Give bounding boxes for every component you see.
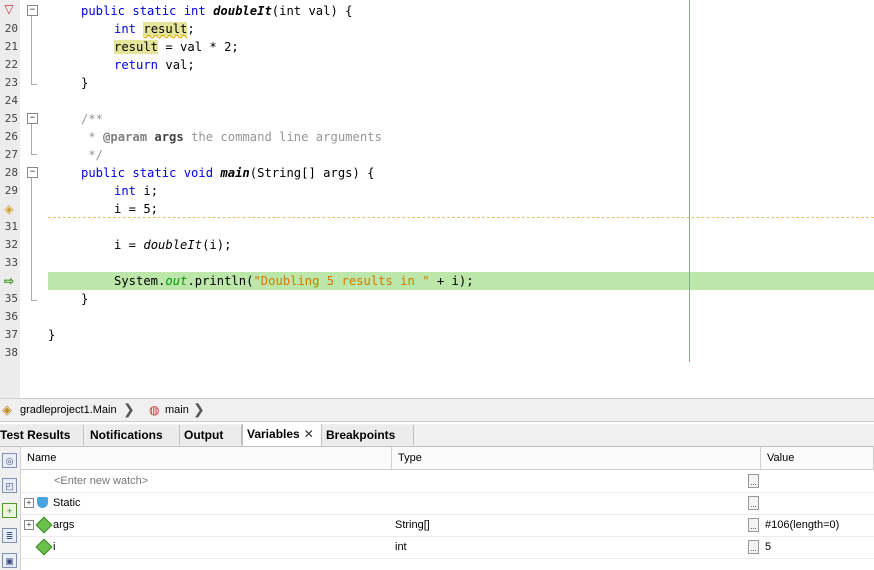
line-number: 23 xyxy=(4,76,18,89)
code-editor[interactable]: ▽ 20 21 22 23 24 25 26 27 28 29 ◈ 31 32 … xyxy=(0,0,874,398)
output-tabs: Test Results Notifications Output Variab… xyxy=(0,424,874,447)
code-line-35[interactable]: } xyxy=(81,290,88,308)
line-number: 31 xyxy=(4,220,18,233)
column-header-type[interactable]: Type xyxy=(392,447,761,470)
program-counter-arrow-icon: ⇨ xyxy=(3,274,15,288)
fold-guide-end xyxy=(31,154,37,155)
edit-value-button[interactable]: ... xyxy=(748,540,759,554)
watch-row[interactable]: <Enter new watch> ... xyxy=(21,470,874,493)
code-line-30[interactable]: i = 5; xyxy=(114,200,158,218)
variable-name: Static xyxy=(53,497,81,509)
code-line-32[interactable]: i = doubleIt(i); xyxy=(114,236,231,254)
settings-icon[interactable]: ≣ xyxy=(2,528,17,543)
fold-collapse-icon[interactable]: − xyxy=(27,113,38,124)
code-line-37[interactable]: } xyxy=(48,326,55,344)
line-number-gutter[interactable]: ▽ 20 21 22 23 24 25 26 27 28 29 ◈ 31 32 … xyxy=(0,0,21,398)
column-header-value[interactable]: Value xyxy=(761,447,874,470)
warning-dashed-line xyxy=(48,217,874,218)
line-number: 28 xyxy=(4,166,18,179)
tab-output[interactable]: Output xyxy=(180,425,242,445)
method-override-icon[interactable]: ▽ xyxy=(2,2,16,16)
fold-collapse-icon[interactable]: − xyxy=(27,5,38,16)
line-number: 26 xyxy=(4,130,18,143)
fold-strip xyxy=(20,0,44,398)
line-number: 27 xyxy=(4,148,18,161)
fold-guide xyxy=(31,16,32,84)
expand-icon[interactable]: + xyxy=(24,520,34,530)
tab-variables[interactable]: Variables ✕ xyxy=(242,424,322,446)
variable-value[interactable]: 5 xyxy=(765,536,771,558)
watch-placeholder[interactable]: <Enter new watch> xyxy=(54,470,148,492)
edit-value-button[interactable]: ... xyxy=(748,518,759,532)
variable-type: String[] xyxy=(395,519,430,531)
right-margin-line xyxy=(689,0,690,362)
variable-name: i xyxy=(53,541,56,553)
chevron-right-icon: ❯ xyxy=(123,401,135,417)
table-row[interactable]: + Static ... xyxy=(21,492,874,515)
local-variable-icon xyxy=(35,516,53,534)
table-row[interactable]: i int ... 5 xyxy=(21,536,874,559)
tab-notifications[interactable]: Notifications xyxy=(86,425,180,445)
line-number: 22 xyxy=(4,58,18,71)
code-line-23[interactable]: } xyxy=(81,74,88,92)
line-number: 38 xyxy=(4,346,18,359)
fold-guide xyxy=(31,178,32,300)
line-number: 25 xyxy=(4,112,18,125)
code-line-21[interactable]: result = val * 2; xyxy=(114,38,239,56)
class-icon: ◈ xyxy=(2,402,12,417)
debugging-icon[interactable]: ◎ xyxy=(2,453,17,468)
tab-breakpoints[interactable]: Breakpoints xyxy=(322,425,414,445)
watch-icon[interactable]: ◰ xyxy=(2,478,17,493)
fold-guide-end xyxy=(31,84,37,85)
code-line-34[interactable]: System.out.println("Doubling 5 results i… xyxy=(114,272,474,290)
line-number: 24 xyxy=(4,94,18,107)
fold-collapse-icon[interactable]: − xyxy=(27,167,38,178)
fold-guide-end xyxy=(31,300,37,301)
line-number: 32 xyxy=(4,238,18,251)
code-line-26[interactable]: * @param args the command line arguments xyxy=(81,128,382,146)
code-line-28[interactable]: public static void main(String[] args) { xyxy=(81,164,375,182)
local-variable-icon xyxy=(35,538,53,556)
chevron-right-icon: ❯ xyxy=(193,401,205,417)
edit-value-button[interactable]: ... xyxy=(748,474,759,488)
line-number: 36 xyxy=(4,310,18,323)
code-line-29[interactable]: int i; xyxy=(114,182,158,200)
tab-variables-label: Variables xyxy=(247,427,300,441)
line-number: 37 xyxy=(4,328,18,341)
code-line-19[interactable]: public static int doubleIt(int val) { xyxy=(81,2,353,20)
breadcrumb-method[interactable]: main xyxy=(165,402,189,418)
line-number: 35 xyxy=(4,292,18,305)
variable-type: int xyxy=(395,541,407,553)
breadcrumb: ◈ gradleproject1.Main ❯ ◍ main ❯ xyxy=(0,398,874,422)
line-number: 33 xyxy=(4,256,18,269)
column-header-name[interactable]: Name xyxy=(21,447,392,470)
variable-name: args xyxy=(53,519,75,531)
code-line-20[interactable]: int result; xyxy=(114,20,195,38)
tag-icon[interactable]: ◈ xyxy=(2,202,16,216)
breadcrumb-class[interactable]: gradleproject1.Main xyxy=(20,402,117,418)
table-row[interactable]: + args String[] ... #106(length=0) xyxy=(21,514,874,537)
add-watch-icon[interactable]: + xyxy=(2,503,17,518)
filter-icon[interactable]: ▣ xyxy=(2,553,17,568)
line-number: 20 xyxy=(4,22,18,35)
method-icon: ◍ xyxy=(149,403,160,417)
tab-test-results[interactable]: Test Results xyxy=(0,425,84,445)
code-line-25[interactable]: /** xyxy=(81,110,103,128)
variables-toolbar: ◎ ◰ + ≣ ▣ xyxy=(0,447,21,570)
variable-value[interactable]: #106(length=0) xyxy=(765,514,839,536)
edit-value-button[interactable]: ... xyxy=(748,496,759,510)
code-line-27[interactable]: */ xyxy=(81,146,103,164)
close-icon[interactable]: ✕ xyxy=(304,427,314,441)
fold-guide xyxy=(31,124,32,154)
variables-table: Name Type Value <Enter new watch> ... + … xyxy=(21,447,874,570)
line-number: 29 xyxy=(4,184,18,197)
code-line-22[interactable]: return val; xyxy=(114,56,195,74)
line-number: 21 xyxy=(4,40,18,53)
expand-icon[interactable]: + xyxy=(24,498,34,508)
static-icon xyxy=(37,497,48,508)
